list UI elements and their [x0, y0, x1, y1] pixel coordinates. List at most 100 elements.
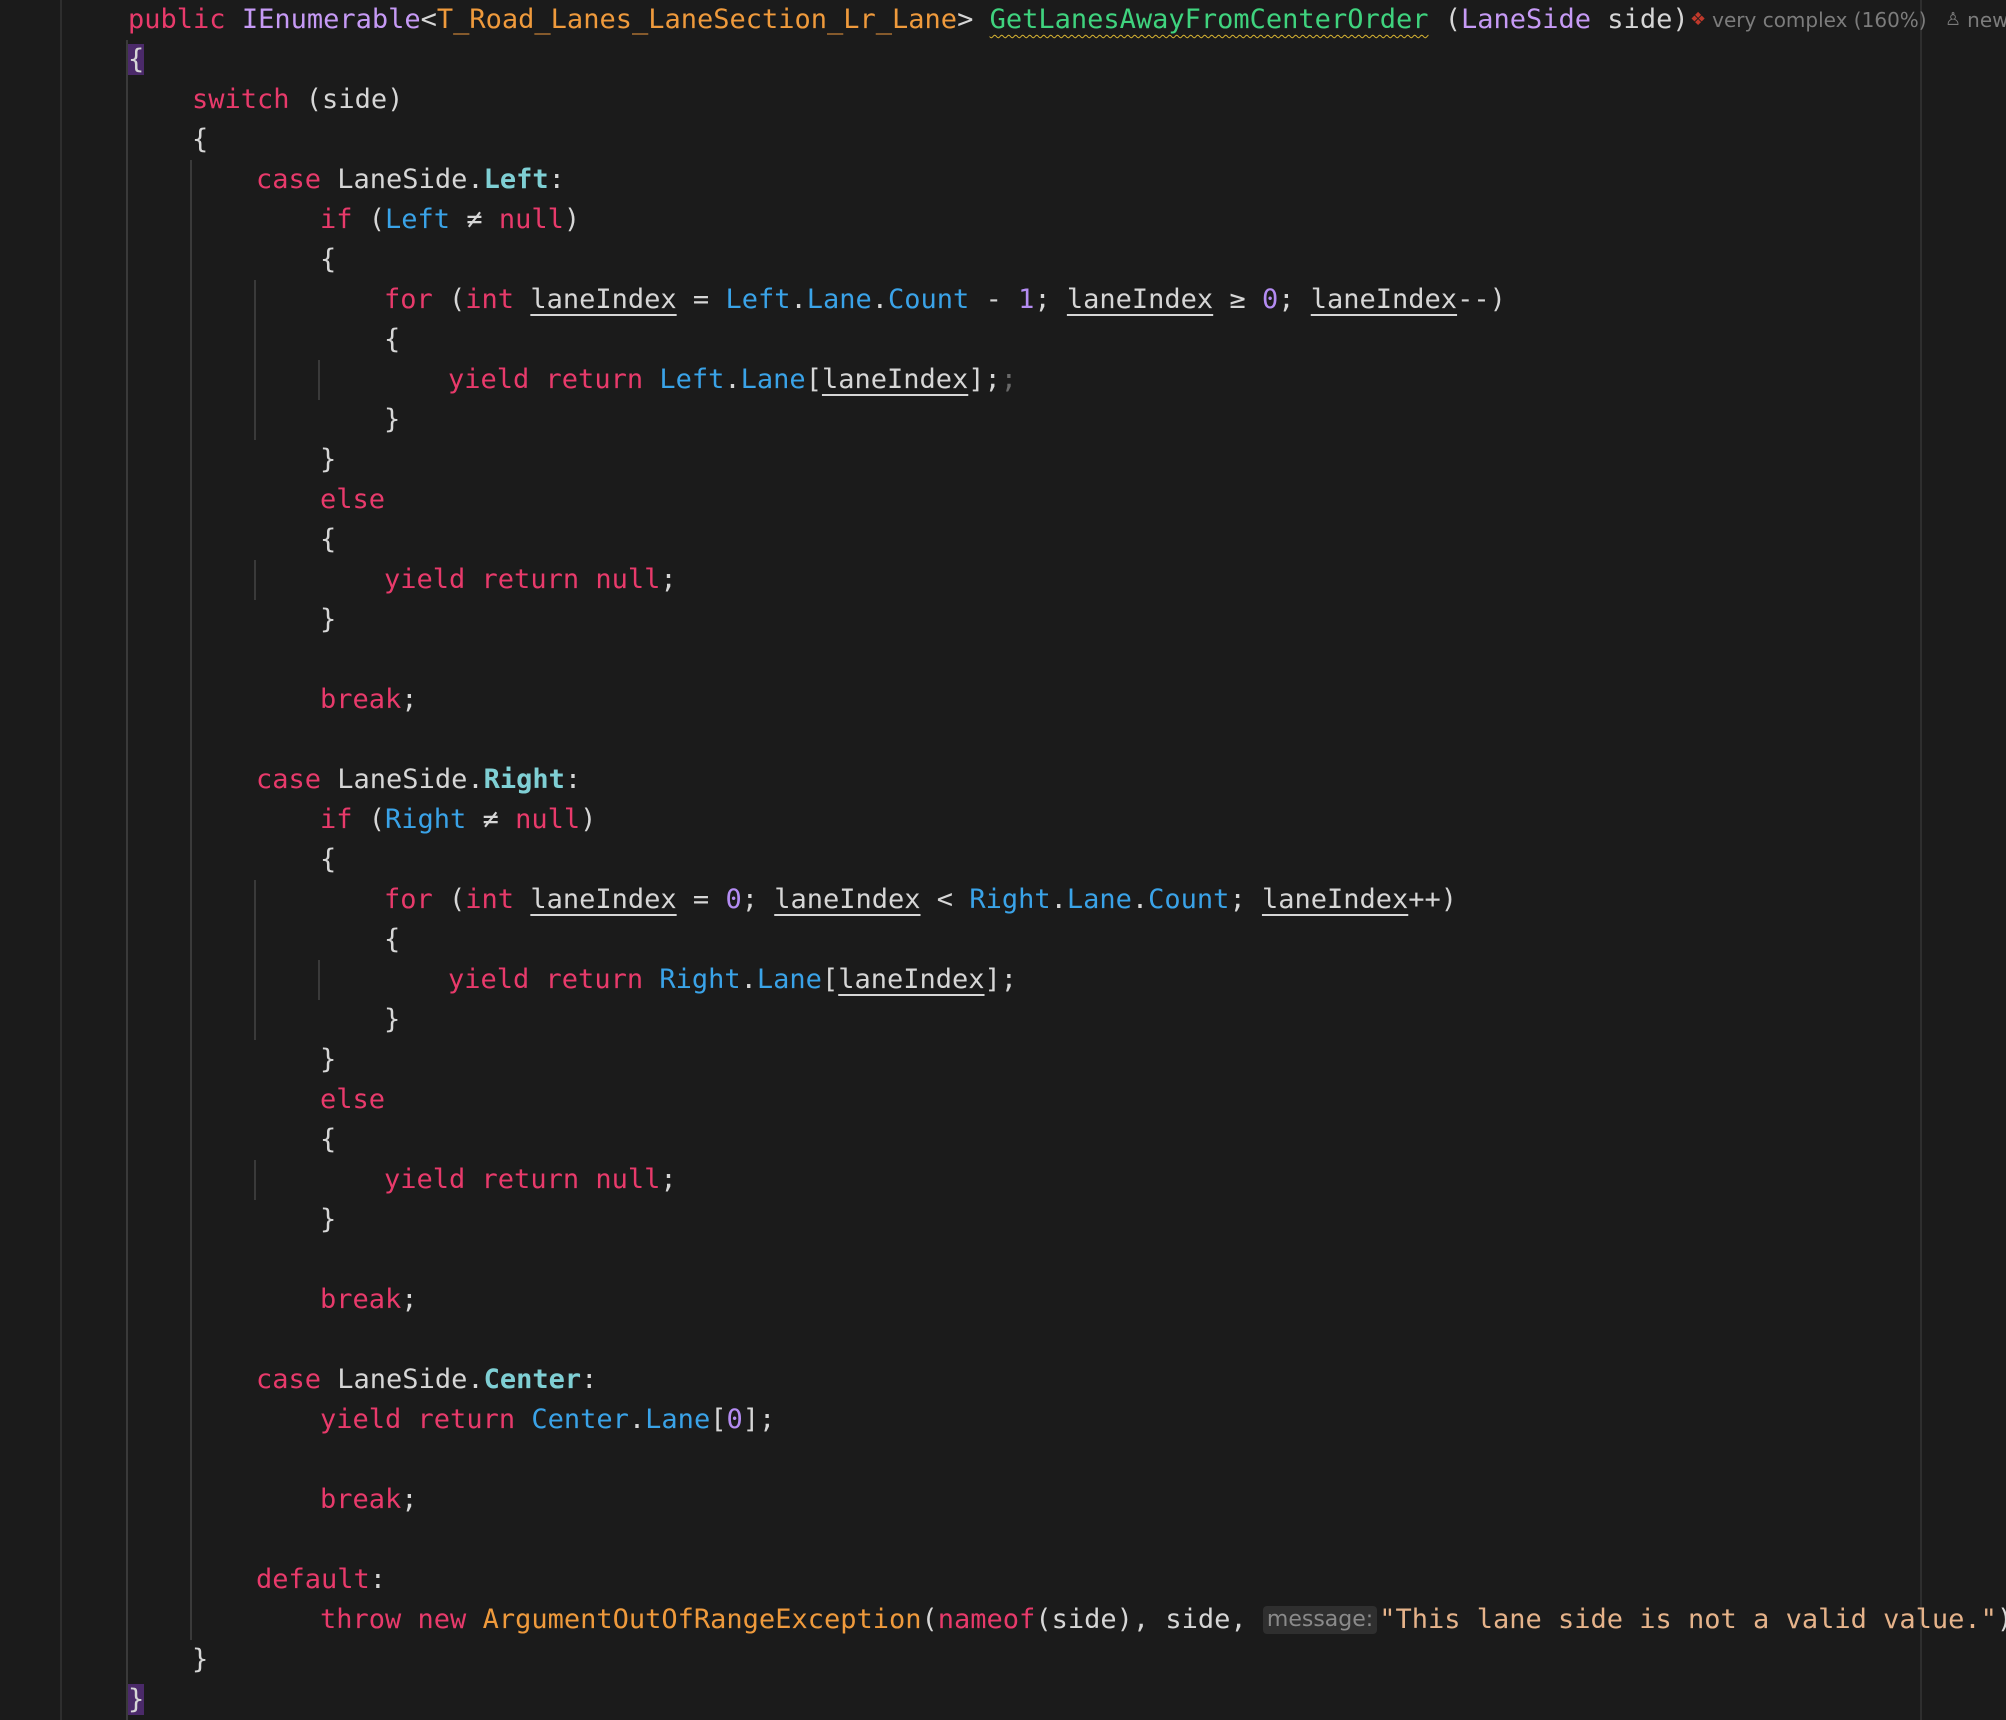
- code-token: if: [320, 804, 353, 835]
- code-token: [: [710, 1404, 727, 1435]
- author-code-lens[interactable]: ♙ new: [1945, 2, 2006, 38]
- code-token: LaneSide.: [321, 164, 484, 195]
- code-line[interactable]: {: [320, 240, 336, 280]
- code-line[interactable]: }: [384, 400, 400, 440]
- code-line[interactable]: else: [320, 1080, 385, 1120]
- author-label: new: [1967, 8, 2006, 32]
- complexity-label: very complex (160%): [1712, 8, 1927, 32]
- code-line[interactable]: if (Right ≠ null): [320, 800, 596, 840]
- code-token: {: [192, 124, 209, 155]
- code-line[interactable]: }: [384, 1000, 400, 1040]
- code-editor[interactable]: public IEnumerable<T_Road_Lanes_LaneSect…: [0, 0, 2006, 1720]
- code-line[interactable]: throw new ArgumentOutOfRangeException(na…: [320, 1600, 2006, 1640]
- code-token: return: [545, 964, 644, 995]
- code-line[interactable]: case LaneSide.Left:: [256, 160, 565, 200]
- code-token: (: [432, 884, 466, 915]
- code-token: null: [595, 1164, 661, 1195]
- code-token: yield: [448, 964, 530, 995]
- code-token: -: [969, 284, 1019, 315]
- code-line[interactable]: switch (side): [192, 80, 403, 120]
- code-token: Left: [725, 284, 791, 315]
- code-token: ): [563, 204, 581, 235]
- code-token: default: [256, 1564, 370, 1595]
- code-token: 0: [725, 884, 742, 915]
- code-token: Center: [531, 1404, 629, 1435]
- code-line[interactable]: yield return null;: [384, 560, 677, 600]
- code-line[interactable]: case LaneSide.Center:: [256, 1360, 597, 1400]
- code-line[interactable]: break;: [320, 1280, 418, 1320]
- code-token: }: [320, 444, 337, 475]
- code-token: else: [320, 484, 386, 515]
- code-token: :: [369, 1564, 387, 1595]
- code-line[interactable]: {: [320, 520, 336, 560]
- code-token: side): [1591, 4, 1689, 35]
- code-token: }: [192, 1644, 209, 1675]
- code-line[interactable]: yield return Left.Lane[laneIndex];;: [448, 360, 1017, 400]
- code-token: ;: [1034, 284, 1067, 315]
- code-token: );: [1997, 1604, 2006, 1635]
- code-token: ≠: [450, 204, 499, 235]
- code-line[interactable]: break;: [320, 680, 418, 720]
- code-line[interactable]: {: [128, 40, 145, 80]
- code-line[interactable]: public IEnumerable<T_Road_Lanes_LaneSect…: [128, 0, 1689, 40]
- code-token: ≥: [1213, 284, 1262, 315]
- indent-guide: [254, 280, 256, 440]
- code-token: 1: [1018, 284, 1035, 315]
- code-token: new: [417, 1604, 467, 1635]
- code-token: ;: [1229, 884, 1262, 915]
- code-line[interactable]: break;: [320, 1480, 418, 1520]
- code-line[interactable]: }: [320, 1040, 336, 1080]
- code-token: Count: [888, 284, 970, 315]
- code-line[interactable]: yield return Center.Lane[0];: [320, 1400, 775, 1440]
- code-token: yield: [320, 1404, 402, 1435]
- code-token: Left: [385, 204, 451, 235]
- code-token: laneIndex: [530, 284, 677, 315]
- code-token: (: [1428, 4, 1461, 35]
- code-line[interactable]: }: [320, 600, 336, 640]
- code-token: [: [821, 964, 839, 995]
- code-token: ): [580, 804, 597, 835]
- code-line[interactable]: for (int laneIndex = 0; laneIndex < Righ…: [384, 880, 1457, 920]
- code-token: =: [676, 884, 726, 915]
- code-line[interactable]: {: [384, 320, 400, 360]
- code-line[interactable]: }: [128, 1680, 145, 1720]
- code-token: laneIndex: [1261, 884, 1409, 915]
- code-line[interactable]: {: [320, 1120, 336, 1160]
- code-token: LaneSide.: [321, 764, 484, 795]
- code-line[interactable]: {: [384, 920, 400, 960]
- code-token: Center: [483, 1364, 582, 1395]
- code-token: null: [498, 204, 564, 235]
- code-token: Lane: [806, 284, 872, 315]
- code-line[interactable]: default:: [256, 1560, 386, 1600]
- code-token: [: [805, 364, 822, 395]
- code-token: LaneSide: [1461, 4, 1592, 35]
- code-line[interactable]: }: [320, 440, 336, 480]
- code-line[interactable]: yield return null;: [384, 1160, 677, 1200]
- code-line[interactable]: {: [320, 840, 336, 880]
- code-line[interactable]: {: [192, 120, 208, 160]
- code-line[interactable]: }: [320, 1200, 336, 1240]
- code-line[interactable]: }: [192, 1640, 208, 1680]
- code-line[interactable]: for (int laneIndex = Left.Lane.Count - 1…: [384, 280, 1506, 320]
- code-line[interactable]: if (Left ≠ null): [320, 200, 580, 240]
- code-token: LaneSide.: [321, 1364, 484, 1395]
- code-token: case: [256, 1364, 322, 1395]
- code-token: break: [320, 684, 402, 715]
- code-line[interactable]: case LaneSide.Right:: [256, 760, 581, 800]
- code-token: laneIndex: [1066, 284, 1214, 315]
- code-line[interactable]: else: [320, 480, 385, 520]
- code-token: return: [481, 564, 580, 595]
- code-token: .: [628, 1404, 646, 1435]
- complexity-code-lens[interactable]: ❖ very complex (160%): [1690, 2, 1927, 38]
- code-token: (side): [289, 84, 404, 115]
- code-token: "This lane side is not a valid value.": [1379, 1604, 1997, 1635]
- code-line[interactable]: yield return Right.Lane[laneIndex];: [448, 960, 1017, 1000]
- code-token: laneIndex: [774, 884, 921, 915]
- code-token: Right: [385, 804, 467, 835]
